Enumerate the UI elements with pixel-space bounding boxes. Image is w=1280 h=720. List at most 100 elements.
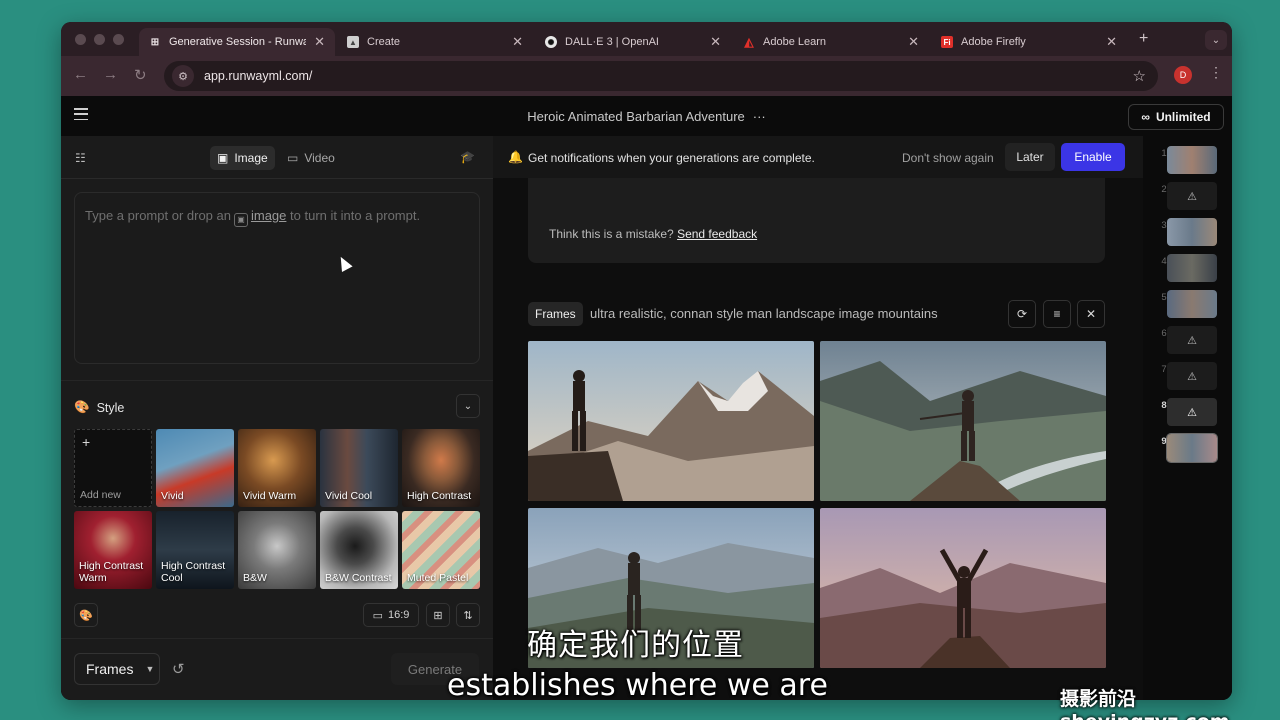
generated-image-1[interactable] <box>528 341 814 501</box>
video-icon: ▭ <box>287 151 299 165</box>
history-thumb[interactable] <box>1166 433 1218 463</box>
browser-tab-adobe-learn[interactable]: ◭ Adobe Learn ✕ <box>733 28 929 56</box>
close-window-button[interactable] <box>75 34 86 45</box>
history-thumb[interactable] <box>1167 146 1217 174</box>
browser-tab-runway[interactable]: ⊞ Generative Session - Runwa ✕ <box>139 28 335 56</box>
style-tile-high-contrast-warm[interactable]: High Contrast Warm <box>74 511 152 589</box>
palette-icon: 🎨 <box>74 400 90 414</box>
history-warning-item[interactable]: ⚠ <box>1167 362 1217 390</box>
close-tab-icon[interactable]: ✕ <box>1106 34 1117 50</box>
generation-prompt[interactable]: ultra realistic, connan style man landsc… <box>590 306 938 321</box>
back-icon[interactable]: ← <box>73 66 88 83</box>
runway-icon: ⊞ <box>150 36 160 48</box>
panel-layout-icon[interactable]: ☷ <box>75 151 86 165</box>
later-button[interactable]: Later <box>1005 143 1055 171</box>
browser-menu-icon[interactable]: ⋮ <box>1209 64 1223 81</box>
tab-title: DALL·E 3 | OpenAI <box>565 36 659 48</box>
sliders-icon: ⇅ <box>463 609 473 622</box>
style-label: Vivid <box>161 490 184 502</box>
reload-icon[interactable]: ↻ <box>134 66 147 84</box>
site-settings-icon[interactable]: ⚙ <box>172 65 194 87</box>
browser-tab-firefly[interactable]: Fi Adobe Firefly ✕ <box>931 28 1127 56</box>
style-tile-high-contrast[interactable]: High Contrast <box>402 429 480 507</box>
app-header: Heroic Animated Barbarian Adventure ··· ∞… <box>61 96 1232 136</box>
subtitle-chinese: 确定我们的位置 <box>527 628 744 663</box>
maximize-window-button[interactable] <box>113 34 124 45</box>
address-bar[interactable]: ⚙ app.runwayml.com/ ☆ <box>164 61 1158 91</box>
browser-window: ⊞ Generative Session - Runwa ✕ ▲ Create … <box>61 22 1232 700</box>
style-tile-add-new[interactable]: + Add new <box>74 429 152 507</box>
style-tile-high-contrast-cool[interactable]: High Contrast Cool <box>156 511 234 589</box>
generated-image-4[interactable] <box>820 508 1106 668</box>
close-tab-icon[interactable]: ✕ <box>710 34 721 50</box>
history-thumb[interactable] <box>1167 218 1217 246</box>
style-label: High Contrast <box>407 490 472 502</box>
adobe-icon: ◭ <box>744 35 754 49</box>
minimize-window-button[interactable] <box>94 34 105 45</box>
close-tab-icon[interactable]: ✕ <box>512 34 523 50</box>
plan-label: Unlimited <box>1155 110 1211 124</box>
main-area: 🔔 Get notifications when your generation… <box>493 136 1143 700</box>
close-icon[interactable]: ✕ <box>1077 300 1105 328</box>
settings-sliders-button[interactable]: ⇅ <box>456 603 480 627</box>
chevron-down-icon[interactable]: ⌄ <box>456 394 480 418</box>
style-label: Vivid Cool <box>325 490 373 502</box>
academy-icon[interactable]: 🎓 <box>460 150 475 164</box>
session-title-text: Heroic Animated Barbarian Adventure <box>527 109 745 124</box>
tab-title: Adobe Firefly <box>961 36 1026 48</box>
tab-video-label: Video <box>304 151 335 165</box>
history-thumb[interactable] <box>1167 254 1217 282</box>
style-palette-button[interactable]: 🎨 <box>74 603 98 627</box>
enable-button[interactable]: Enable <box>1061 143 1125 171</box>
more-options-icon[interactable]: ··· <box>753 109 766 124</box>
close-tab-icon[interactable]: ✕ <box>908 34 919 50</box>
send-feedback-link[interactable]: Send feedback <box>677 227 757 241</box>
openai-icon: ✺ <box>545 36 557 48</box>
dont-show-again-button[interactable]: Don't show again <box>902 151 994 165</box>
browser-tab-create[interactable]: ▲ Create ✕ <box>337 28 533 56</box>
profile-avatar[interactable]: D <box>1174 66 1192 84</box>
forward-icon[interactable]: → <box>103 66 118 83</box>
prompt-input[interactable]: Type a prompt or drop an ▣ image to turn i… <box>74 192 480 364</box>
tab-strip: ⊞ Generative Session - Runwa ✕ ▲ Create … <box>61 22 1232 56</box>
tab-video[interactable]: ▭ Video <box>280 146 342 170</box>
divider <box>61 178 493 179</box>
style-label: High Contrast Cool <box>161 560 226 584</box>
style-tile-vivid-cool[interactable]: Vivid Cool <box>320 429 398 507</box>
style-label: Muted Pastel <box>407 572 469 584</box>
history-warning-item[interactable]: ⚠ <box>1167 326 1217 354</box>
close-tab-icon[interactable]: ✕ <box>314 34 325 50</box>
session-title[interactable]: Heroic Animated Barbarian Adventure ··· <box>61 109 1232 124</box>
reset-icon[interactable]: ↺ <box>172 660 185 678</box>
model-select[interactable]: Frames ▼ <box>74 653 160 685</box>
model-tag: Frames <box>528 302 583 326</box>
style-tile-bw[interactable]: B&W <box>238 511 316 589</box>
style-tile-vivid-warm[interactable]: Vivid Warm <box>238 429 316 507</box>
style-label: High Contrast Warm <box>79 560 144 584</box>
style-tile-vivid[interactable]: Vivid <box>156 429 234 507</box>
tab-title: Adobe Learn <box>763 36 826 48</box>
image-link[interactable]: image <box>251 208 286 223</box>
rerun-icon[interactable]: ⟳ <box>1008 300 1036 328</box>
notification-banner: 🔔 Get notifications when your generation… <box>493 136 1143 178</box>
warning-icon: ⚠ <box>1187 334 1197 347</box>
tab-title: Generative Session - Runwa <box>169 36 307 48</box>
details-icon[interactable]: ≡ <box>1043 300 1071 328</box>
generated-image-2[interactable] <box>820 341 1106 501</box>
style-tile-bw-contrast[interactable]: B&W Contrast <box>320 511 398 589</box>
style-label: Vivid Warm <box>243 490 297 502</box>
aspect-ratio-button[interactable]: ▭ 16:9 <box>363 603 419 627</box>
history-thumb[interactable] <box>1167 290 1217 318</box>
bookmark-star-icon[interactable]: ☆ <box>1133 67 1146 85</box>
unlimited-plan-button[interactable]: ∞ Unlimited <box>1128 104 1224 130</box>
model-select-value: Frames <box>86 661 134 677</box>
new-tab-button[interactable]: + <box>1139 30 1148 48</box>
image-count-button[interactable]: ⊞ <box>426 603 450 627</box>
tab-search-icon[interactable]: ⌄ <box>1205 30 1227 50</box>
style-tile-muted-pastel[interactable]: Muted Pastel <box>402 511 480 589</box>
divider <box>61 638 493 639</box>
tab-image[interactable]: ▣ Image <box>210 146 275 170</box>
history-warning-item[interactable]: ⚠ <box>1167 398 1217 426</box>
browser-tab-dalle[interactable]: ✺ DALL·E 3 | OpenAI ✕ <box>535 28 731 56</box>
history-warning-item[interactable]: ⚠ <box>1167 182 1217 210</box>
